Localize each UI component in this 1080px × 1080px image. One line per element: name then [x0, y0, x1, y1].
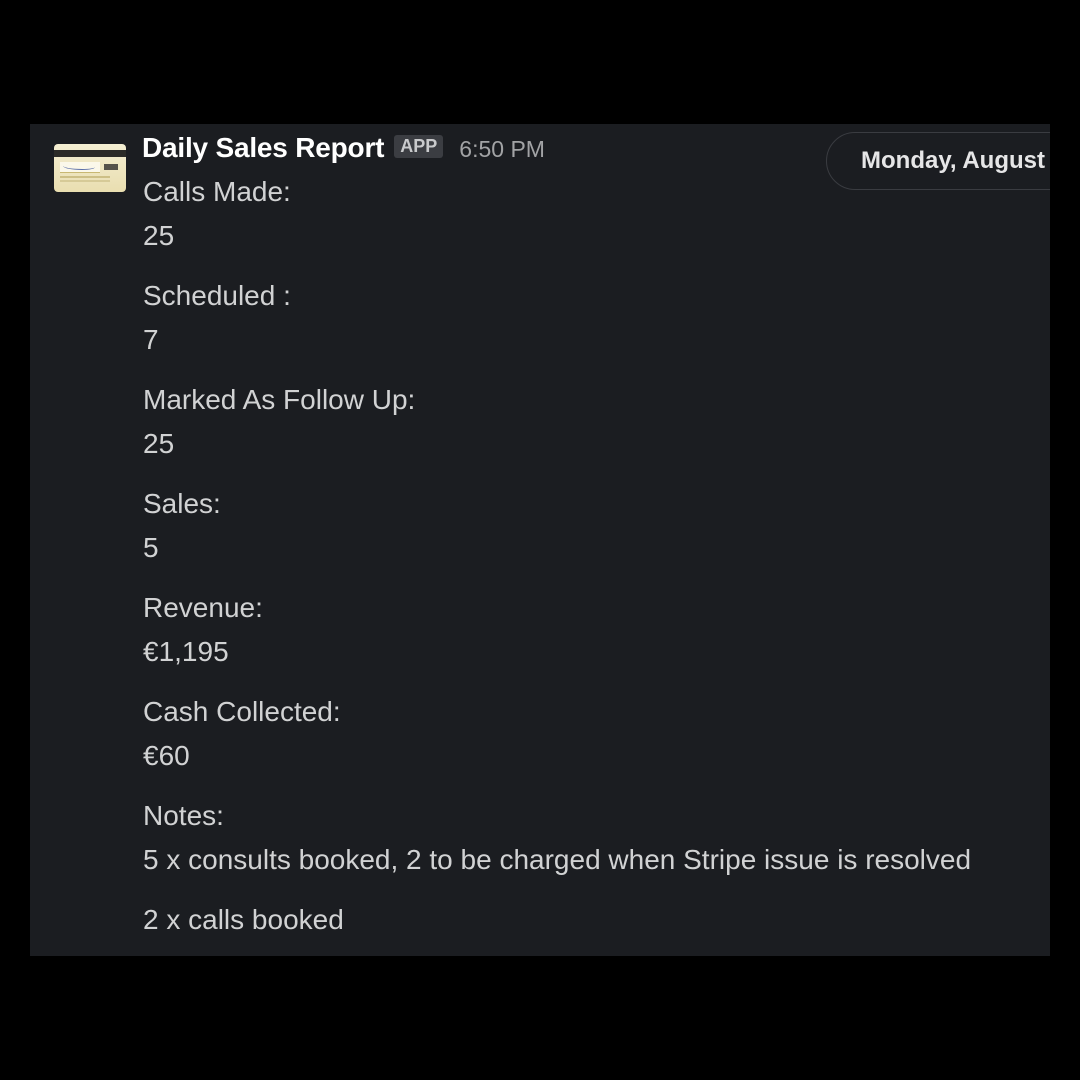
- notes-extra-line: 2 x calls booked: [143, 904, 344, 935]
- sender-name[interactable]: Daily Sales Report: [142, 132, 384, 164]
- message-timestamp[interactable]: 6:50 PM: [459, 136, 545, 163]
- message-panel: Daily Sales Report APP 6:50 PM Monday, A…: [30, 124, 1050, 956]
- credit-card-icon[interactable]: [54, 144, 126, 192]
- field-value: €1,195: [143, 636, 229, 667]
- field-calls-made: Calls Made: 25: [143, 170, 1033, 258]
- field-value: 25: [143, 220, 175, 251]
- field-sales: Sales: 5: [143, 482, 1033, 570]
- field-value: 5: [143, 532, 159, 563]
- card-security-code: [104, 164, 118, 170]
- field-label: Cash Collected:: [143, 696, 341, 727]
- field-notes: Notes: 5 x consults booked, 2 to be char…: [143, 794, 1033, 942]
- field-scheduled: Scheduled : 7: [143, 274, 1033, 362]
- field-value: 7: [143, 324, 159, 355]
- field-label: Sales:: [143, 488, 221, 519]
- message-header: Daily Sales Report APP 6:50 PM: [142, 130, 545, 166]
- field-value: 25: [143, 428, 175, 459]
- field-label: Revenue:: [143, 592, 263, 623]
- field-value: 5 x consults booked, 2 to be charged whe…: [143, 844, 972, 875]
- field-revenue: Revenue: €1,195: [143, 586, 1033, 674]
- field-cash-collected: Cash Collected: €60: [143, 690, 1033, 778]
- field-follow-up: Marked As Follow Up: 25: [143, 378, 1033, 466]
- field-label: Scheduled :: [143, 280, 291, 311]
- field-label: Notes:: [143, 800, 224, 831]
- app-badge: APP: [394, 134, 444, 158]
- message-body: Calls Made: 25 Scheduled : 7 Marked As F…: [143, 170, 1033, 942]
- card-magnetic-stripe: [54, 150, 126, 157]
- field-label: Calls Made:: [143, 176, 291, 207]
- card-fine-print: [60, 176, 110, 178]
- field-value: €60: [143, 740, 190, 771]
- field-label: Marked As Follow Up:: [143, 384, 416, 415]
